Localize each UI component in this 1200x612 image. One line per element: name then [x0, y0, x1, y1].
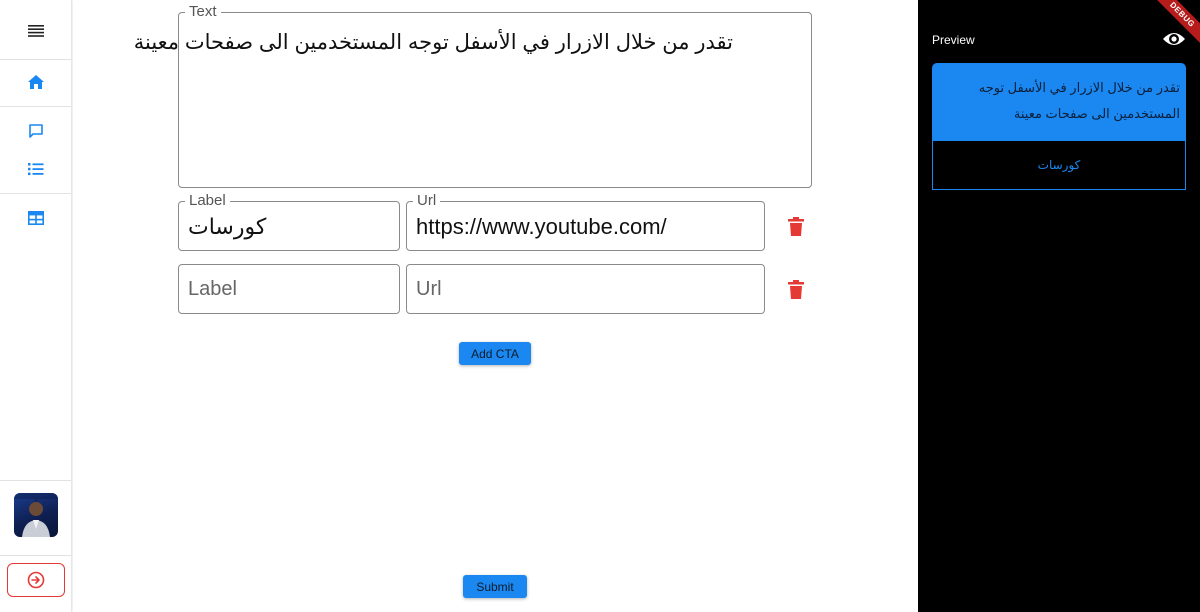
cta-label-value[interactable]: كورسات	[188, 214, 266, 240]
cta-url-field[interactable]: Url https://www.youtube.com/	[406, 193, 765, 251]
delete-cta-icon[interactable]	[786, 216, 806, 238]
sidebar-divider	[0, 555, 71, 556]
sidebar-divider	[0, 59, 71, 60]
cta-label-field[interactable]: Label كورسات	[178, 193, 400, 251]
cta-label-caption: Label	[185, 193, 230, 209]
cta-url-field-empty[interactable]: Url	[406, 264, 765, 314]
submit-button[interactable]: Submit	[463, 575, 527, 598]
preview-panel: Preview تقدر من خلال الازرار في الأسفل ت…	[918, 0, 1200, 612]
chat-icon	[28, 124, 43, 138]
preview-cta-button[interactable]: كورسات	[932, 140, 1186, 190]
sidebar	[0, 0, 72, 612]
delete-cta-icon[interactable]	[786, 279, 806, 301]
preview-card: تقدر من خلال الازرار في الأسفل توجه المس…	[932, 63, 1186, 190]
eye-icon[interactable]	[1162, 28, 1186, 50]
preview-message: تقدر من خلال الازرار في الأسفل توجه المس…	[932, 63, 1186, 140]
logout-button[interactable]	[7, 563, 65, 597]
sidebar-divider	[0, 193, 71, 194]
cta-label-placeholder: Label	[188, 278, 237, 300]
cta-url-value[interactable]: https://www.youtube.com/	[416, 214, 667, 240]
app: Text تقدر من خلال الازرار في الأسفل توجه…	[0, 0, 1200, 612]
cta-label-field-empty[interactable]: Label	[178, 264, 400, 314]
add-cta-button[interactable]: Add CTA	[459, 342, 531, 365]
text-area-value[interactable]: تقدر من خلال الازرار في الأسفل توجه المس…	[134, 30, 733, 55]
home-icon	[27, 75, 44, 89]
avatar[interactable]	[14, 493, 58, 537]
menu-icon	[27, 25, 44, 37]
cta-url-placeholder: Url	[416, 278, 442, 300]
menu-button[interactable]	[0, 13, 71, 49]
main-form: Text تقدر من خلال الازرار في الأسفل توجه…	[73, 0, 918, 612]
sidebar-item-list[interactable]	[0, 151, 71, 187]
preview-title: Preview	[932, 33, 975, 47]
sidebar-item-home[interactable]	[0, 64, 71, 100]
table-icon	[27, 211, 44, 225]
text-area-field[interactable]: Text تقدر من خلال الازرار في الأسفل توجه…	[134, 4, 812, 188]
list-icon	[27, 163, 43, 176]
cta-url-caption: Url	[413, 193, 441, 209]
sidebar-item-chat[interactable]	[0, 113, 71, 149]
sidebar-divider	[0, 106, 71, 107]
sidebar-divider	[0, 480, 71, 481]
logout-arrow-icon	[27, 571, 45, 589]
user-avatar	[14, 493, 58, 537]
text-label: Text	[185, 4, 221, 20]
sidebar-item-table[interactable]	[0, 200, 71, 236]
